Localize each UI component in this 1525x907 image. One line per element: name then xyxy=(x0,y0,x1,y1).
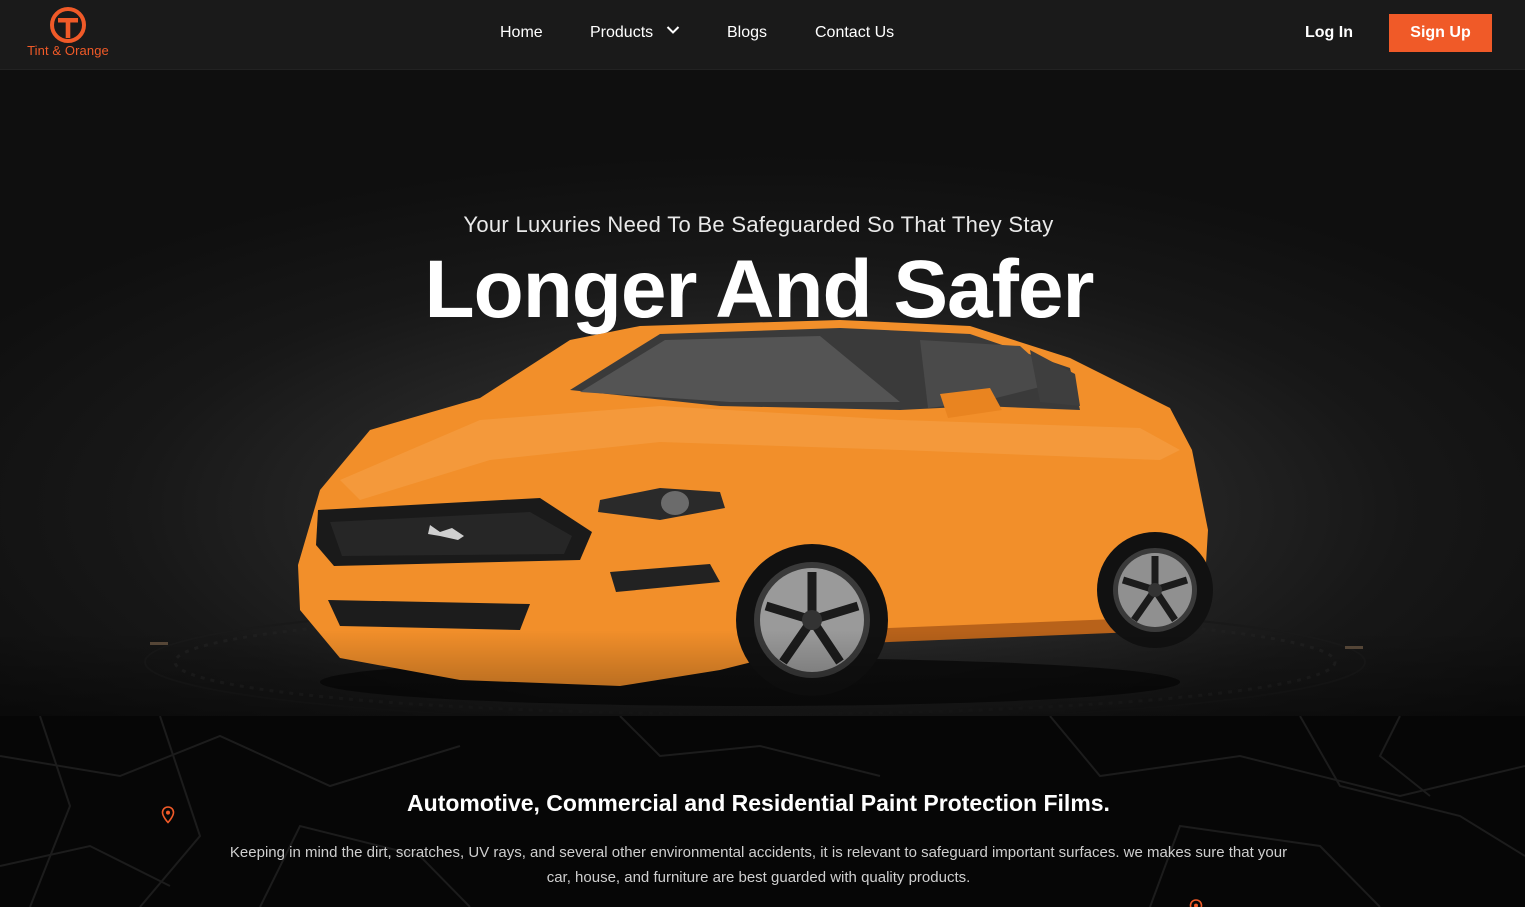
hero-section: Your Luxuries Need To Be Safeguarded So … xyxy=(0,70,1525,716)
brand-logo[interactable]: Tint & Orange xyxy=(22,6,114,64)
nav-home[interactable]: Home xyxy=(500,24,543,42)
nav-products-label: Products xyxy=(590,24,654,41)
signup-button[interactable]: Sign Up xyxy=(1389,14,1492,52)
brand-name: Tint & Orange xyxy=(27,43,109,58)
login-link[interactable]: Log In xyxy=(1305,24,1353,42)
map-pin-icon xyxy=(1189,899,1203,907)
top-navbar: Tint & Orange Home Products Blogs Contac… xyxy=(0,0,1525,70)
nav-products[interactable]: Products xyxy=(590,24,680,42)
chevron-down-icon xyxy=(666,26,679,34)
nav-blogs[interactable]: Blogs xyxy=(727,24,767,42)
hero-bottom-fade xyxy=(0,630,1525,716)
hero-subtitle: Your Luxuries Need To Be Safeguarded So … xyxy=(463,212,1054,237)
nav-contact-us[interactable]: Contact Us xyxy=(815,24,894,42)
features-section: Automotive, Commercial and Residential P… xyxy=(0,716,1525,907)
features-description: Keeping in mind the dirt, scratches, UV … xyxy=(229,844,1288,886)
features-title: Automotive, Commercial and Residential P… xyxy=(407,790,1110,816)
logo-icon xyxy=(50,7,86,43)
